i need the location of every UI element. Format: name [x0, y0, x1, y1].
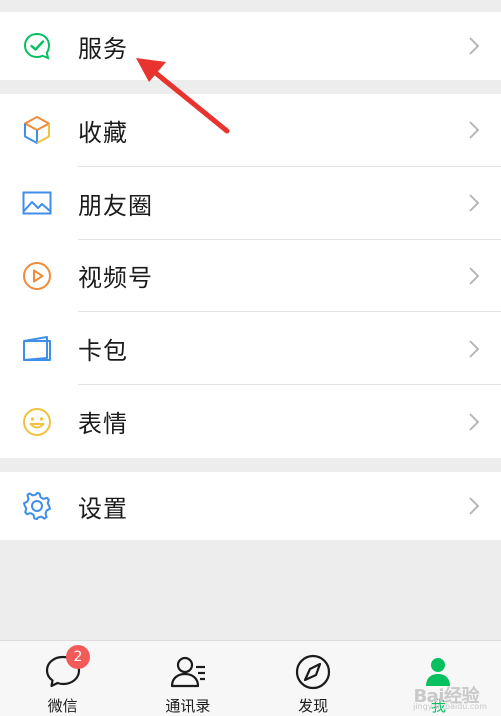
menu-label-settings: 设置: [78, 494, 128, 523]
menu-item-card-wallet[interactable]: 卡包: [0, 312, 501, 386]
chevron-right-icon: [469, 497, 480, 515]
menu-item-favorites[interactable]: 收藏: [0, 94, 501, 167]
services-group: 服务: [0, 12, 501, 80]
moments-image-icon: [20, 186, 54, 220]
card-wallet-icon: [20, 332, 54, 366]
tab-discover[interactable]: 发现: [251, 641, 376, 716]
compass-icon: [293, 653, 333, 691]
tab-label-chats: 微信: [47, 697, 78, 715]
menu-label-channels: 视频号: [78, 264, 153, 293]
menu-item-channels[interactable]: 视频号: [0, 240, 501, 313]
channels-play-icon: [20, 259, 54, 293]
favorites-cube-icon: [20, 113, 54, 147]
menu-item-settings[interactable]: 设置: [0, 472, 501, 540]
chevron-right-icon: [469, 340, 480, 358]
menu-label-services: 服务: [78, 34, 128, 63]
contacts-icon: [168, 653, 208, 691]
menu-item-moments[interactable]: 朋友圈: [0, 167, 501, 240]
services-check-icon: [20, 29, 54, 63]
menu-label-favorites: 收藏: [78, 118, 128, 147]
menu-item-stickers[interactable]: 表情: [0, 385, 501, 458]
tab-label-discover: 发现: [298, 697, 329, 715]
unread-badge: 2: [66, 645, 90, 669]
sticker-smile-icon: [20, 405, 54, 439]
tab-chats[interactable]: 2 微信: [0, 641, 125, 716]
menu-item-services[interactable]: 服务: [0, 12, 501, 80]
chevron-right-icon: [469, 412, 480, 431]
chevron-right-icon: [469, 121, 480, 140]
tab-contacts[interactable]: 通讯录: [125, 641, 250, 716]
menu-label-moments: 朋友圈: [78, 191, 153, 220]
settings-gear-icon: [20, 489, 54, 523]
chevron-right-icon: [469, 194, 480, 212]
menu-label-stickers: 表情: [78, 410, 128, 439]
tab-label-me: 我: [430, 697, 446, 715]
bottom-tab-bar: 2 微信 通讯录 发现 我: [0, 640, 501, 716]
chevron-right-icon: [469, 37, 480, 55]
chevron-right-icon: [469, 267, 480, 285]
main-menu-group: 收藏 朋友圈 视频号 卡包 表情: [0, 94, 501, 458]
settings-group: 设置: [0, 472, 501, 540]
me-person-icon: [418, 653, 458, 691]
tab-label-contacts: 通讯录: [165, 697, 211, 715]
tab-me[interactable]: 我: [376, 641, 501, 716]
menu-label-card-wallet: 卡包: [78, 337, 128, 366]
